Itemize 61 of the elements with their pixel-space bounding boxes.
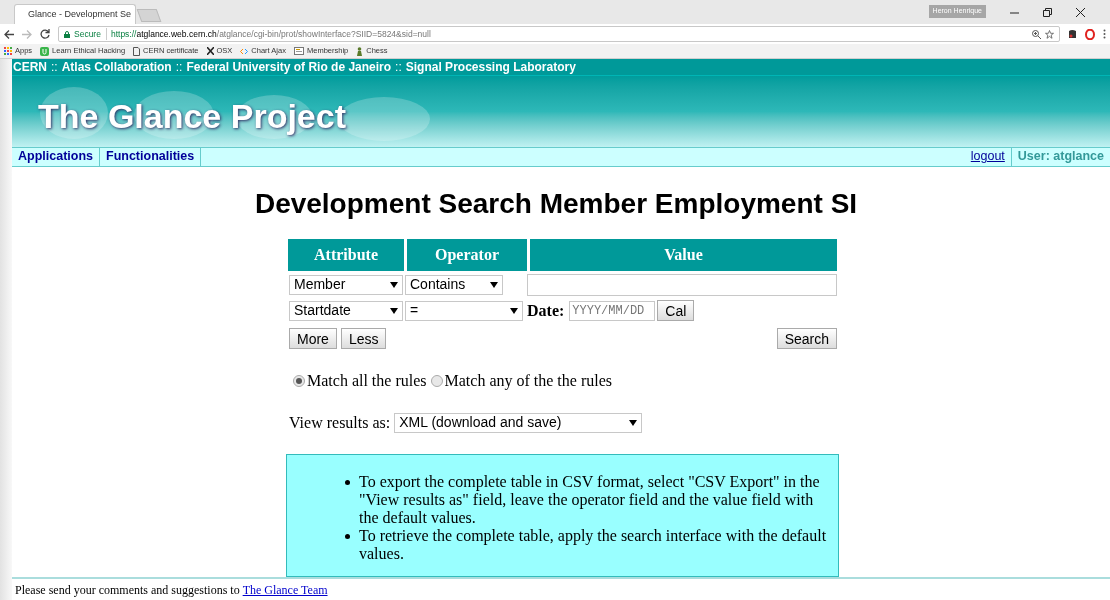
address-bar[interactable]: Secure https://atglance.web.cern.ch/atglance/cgi-bin/prot/showInterface?SIID=5824&sid=null [58,26,1060,42]
page-icon [133,46,141,56]
value-field[interactable] [527,273,837,296]
column-header: Attribute [288,238,404,271]
card-icon [293,47,304,55]
column-header: Operator [407,238,527,271]
secure-label: Secure [74,27,107,41]
reload-icon[interactable] [40,29,50,39]
bullet-icon [345,479,350,485]
dropdown[interactable]: XML (download and save) [394,412,643,433]
dropdown[interactable]: Contains [405,274,503,295]
extension-icon[interactable] [1068,29,1077,39]
u-badge-icon [40,46,50,56]
radio-button[interactable] [430,374,443,387]
page-title: Development Search Member Employment SI [253,186,859,221]
tip-text: To retrieve the complete table, apply the search interface with the default values. [359,526,828,563]
separator: :: [51,59,58,76]
dropdown[interactable]: Startdate [289,300,403,321]
rule-button[interactable]: More [289,327,337,349]
star-icon[interactable] [1045,29,1054,39]
tip-text: To export the complete table in CSV format, select "CSV Export" in the "View results as" field, leave the operator field and the value field with the default values. [359,472,821,527]
lock-icon [64,30,70,38]
nav-link[interactable]: Functionalities [100,147,202,166]
date-field[interactable]: YYYY/MM/DD [569,300,656,321]
dropdown-arrow-icon [490,281,498,288]
opera-icon[interactable] [1085,28,1095,40]
radio-button[interactable] [293,374,305,387]
radio-label: Match all the rules [307,370,427,391]
zoom-icon[interactable] [1032,29,1041,39]
browser-tab[interactable]: Glance - Development Se [14,4,136,24]
view-results-label: View results as: [289,412,391,433]
dropdown[interactable]: = [405,300,523,321]
user-label: User: atglance [1016,148,1105,166]
restore-icon[interactable] [1043,8,1052,17]
column-header: Value [530,238,837,271]
rule-button[interactable]: Less [340,327,387,349]
close-icon[interactable] [1076,8,1085,17]
x-icon [206,47,214,55]
dropdown-arrow-icon [510,307,518,314]
code-icon [240,47,249,55]
dropdown[interactable]: Member [289,274,403,295]
cal-button[interactable]: Cal [657,300,695,322]
footer-link[interactable]: The Glance Team [242,583,328,598]
grid-icon [4,47,12,55]
nav-link[interactable]: Applications [12,147,100,166]
dropdown-arrow-icon [390,307,398,314]
date-label: Date: [527,300,565,321]
logout-link[interactable]: logout [964,147,1012,166]
dropdown-arrow-icon [390,281,398,288]
logo-title: The Glance Project [38,99,346,134]
separator: :: [395,59,402,76]
dropdown-arrow-icon [629,419,638,426]
bullet-icon [345,533,350,539]
separator: :: [175,59,183,76]
url-text: https://atglance.web.cern.ch/atglance/cgi-bin/prot/showInterface?SIID=5824&sid=null [110,27,431,41]
search-button[interactable]: Search [776,327,837,349]
menu-icon[interactable] [1103,29,1106,39]
pawn-icon [356,46,364,56]
back-icon[interactable] [4,29,14,39]
footer-text: Please send your comments and suggestions to The Glance Team [15,582,328,600]
radio-label: Match any of the the rules [444,370,612,392]
